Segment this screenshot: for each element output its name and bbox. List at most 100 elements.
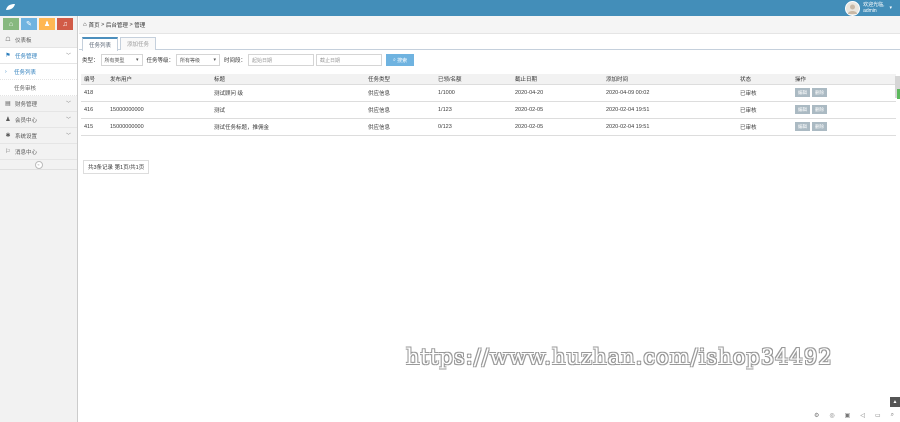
breadcrumb-current: 管理 [134,22,146,29]
sidebar-collapse: « [0,160,77,170]
home-shortcut-button[interactable]: ⌂ [3,18,19,30]
sidebar-item-label: 仪表板 [15,37,32,44]
sidebar-item-members[interactable]: ♟ 会员中心 ﹀ [0,112,77,128]
tab-bar: 任务列表 添加任务 [79,34,900,51]
cell-quota: 1/1000 [435,84,512,102]
caret-down-icon: ▾ [213,57,217,63]
cell-added: 2020-02-04 19:51 [603,118,737,136]
collapse-icon[interactable]: « [34,160,43,169]
shortcut-bar: ⌂ ✎ ♟ ♫ [0,16,77,32]
search-icon: ⌕ [392,57,396,63]
pagination-info: 共3条记录 第1页/共1页 [83,160,150,174]
tray-network-icon[interactable]: ◎ [829,412,834,419]
table-row: 416 15000000000 测试 供应信息 1/123 2020-02-05… [81,101,896,119]
home-icon: ⌂ [83,21,87,28]
breadcrumb-home-link[interactable]: 首页 [89,21,100,29]
cell-actions: 编辑 删除 [792,101,896,119]
cell-type: 供应信息 [365,84,435,102]
type-select-value: 所有类型 [104,57,125,64]
sidebar-subitem-task-review[interactable]: 任务审核 [0,80,77,96]
sidebar-item-label: 任务管理 [15,53,38,60]
task-table: 编号 发布用户 标题 任务类型 已领/名额 截止日期 添加时间 状态 操作 41… [81,74,896,136]
edit-button[interactable]: 编辑 [795,105,810,114]
system-tray: ⚙ ◎ ▣ ◁ ▭ ⌕ [814,412,894,419]
cell-id: 418 [81,84,107,102]
bookmark-icon: ⚐ [5,149,11,155]
tray-volume-icon[interactable]: ◁ [860,412,865,419]
column-header: 发布用户 [107,74,211,85]
column-header: 编号 [81,74,107,85]
delete-button[interactable]: 删除 [812,88,827,97]
type-filter-label: 类型： [82,58,99,64]
cell-id: 415 [81,118,107,136]
table-row: 415 15000000000 测试任务标题，推佣金 供应信息 0/123 20… [81,118,896,136]
end-date-input[interactable]: 截止日期 [316,54,383,66]
sidebar-item-label: 系统设置 [15,133,38,140]
cell-actions: 编辑 删除 [792,84,896,102]
sidebar-item-finance[interactable]: ▤ 财务管理 ﹀ [0,96,77,112]
user-icon: ♟ [5,117,11,123]
edit-button[interactable]: 编辑 [795,122,810,131]
users-shortcut-button[interactable]: ♟ [39,18,55,30]
pencil-shortcut-button[interactable]: ✎ [21,18,37,30]
top-navbar: 欢迎光临, admin ▾ [0,0,900,16]
caret-down-icon: ▾ [889,5,892,11]
sidebar-item-settings[interactable]: ✱ 系统设置 ﹀ [0,128,77,144]
tray-search-icon[interactable]: ⌕ [891,412,894,419]
cell-user: 15000000000 [107,101,211,119]
breadcrumb: ⌂ 首页 > 后台管理 > 管理 [79,16,900,34]
sidebar-item-tasks[interactable]: ⚑ 任务管理 ﹀ [0,48,77,64]
sidebar-item-label: 财务管理 [15,101,38,108]
breadcrumb-section-link[interactable]: 后台管理 [106,21,128,29]
tray-message-icon[interactable]: ▭ [875,412,881,419]
pencil-icon: ✎ [26,21,32,28]
cell-added: 2020-04-09 00:02 [603,84,737,102]
bell-icon: ♫ [62,20,68,28]
tab-add-task[interactable]: 添加任务 [120,37,157,50]
column-header: 添加时间 [603,74,737,85]
home-icon: ⌂ [8,20,14,28]
column-header: 任务类型 [365,74,435,85]
search-button-label: 搜索 [397,57,408,64]
bell-shortcut-button[interactable]: ♫ [57,18,73,30]
cell-user: 15000000000 [107,118,211,136]
gear-icon: ✱ [5,133,11,139]
scroll-top-button[interactable]: ▲ [890,397,900,407]
search-button[interactable]: ⌕ 搜索 [386,54,415,66]
filter-bar: 类型： 所有类型 ▾ 任务等级： 所有等级 ▾ 时间段： 起始日期 截止日期 ⌕… [79,50,900,70]
cell-status: 已审核 [737,101,792,119]
caret-down-icon: ▾ [136,57,139,63]
cell-deadline: 2020-04-20 [512,84,603,102]
table-row: 418 测试顾问 级 供应信息 1/1000 2020-04-20 2020-0… [81,84,896,102]
level-select[interactable]: 所有等级 ▾ [176,54,221,66]
list-icon: ▤ [5,101,11,107]
cell-type: 供应信息 [365,101,435,119]
type-select[interactable]: 所有类型 ▾ [100,54,143,66]
cell-user [107,84,211,102]
cell-actions: 编辑 删除 [792,118,896,136]
sidebar-subitem-label: 任务审核 [14,85,37,92]
watermark-text: https://www.huzhan.com/ishop34492 [406,345,833,369]
sidebar-subitem-task-list[interactable]: › 任务列表 [0,64,77,80]
sidebar-item-dashboard[interactable]: ☖ 仪表板 [0,32,77,48]
user-menu[interactable]: 欢迎光临, admin ▾ [845,0,892,16]
start-date-input[interactable]: 起始日期 [248,54,315,66]
sidebar-item-label: 消息中心 [15,149,38,156]
delete-button[interactable]: 删除 [812,105,827,114]
tray-clipboard-icon[interactable]: ▣ [845,412,851,419]
cell-title: 测试任务标题，推佣金 [211,118,365,136]
arrow-up-icon: ▲ [892,399,898,405]
cell-quota: 1/123 [435,101,512,119]
tab-task-list[interactable]: 任务列表 [82,37,119,51]
delete-button[interactable]: 删除 [812,122,827,131]
time-filter-label: 时间段： [224,58,247,64]
level-filter-label: 任务等级： [146,58,175,64]
tray-settings-icon[interactable]: ⚙ [814,412,819,419]
sidebar-item-messages[interactable]: ⚐ 消息中心 [0,144,77,160]
edit-button[interactable]: 编辑 [795,88,810,97]
cell-added: 2020-02-04 19:51 [603,101,737,119]
chevron-down-icon: ﹀ [65,117,71,123]
column-header: 已领/名额 [435,74,512,85]
leaf-icon [6,4,15,10]
sidebar-subitem-label: 任务列表 [14,69,37,76]
